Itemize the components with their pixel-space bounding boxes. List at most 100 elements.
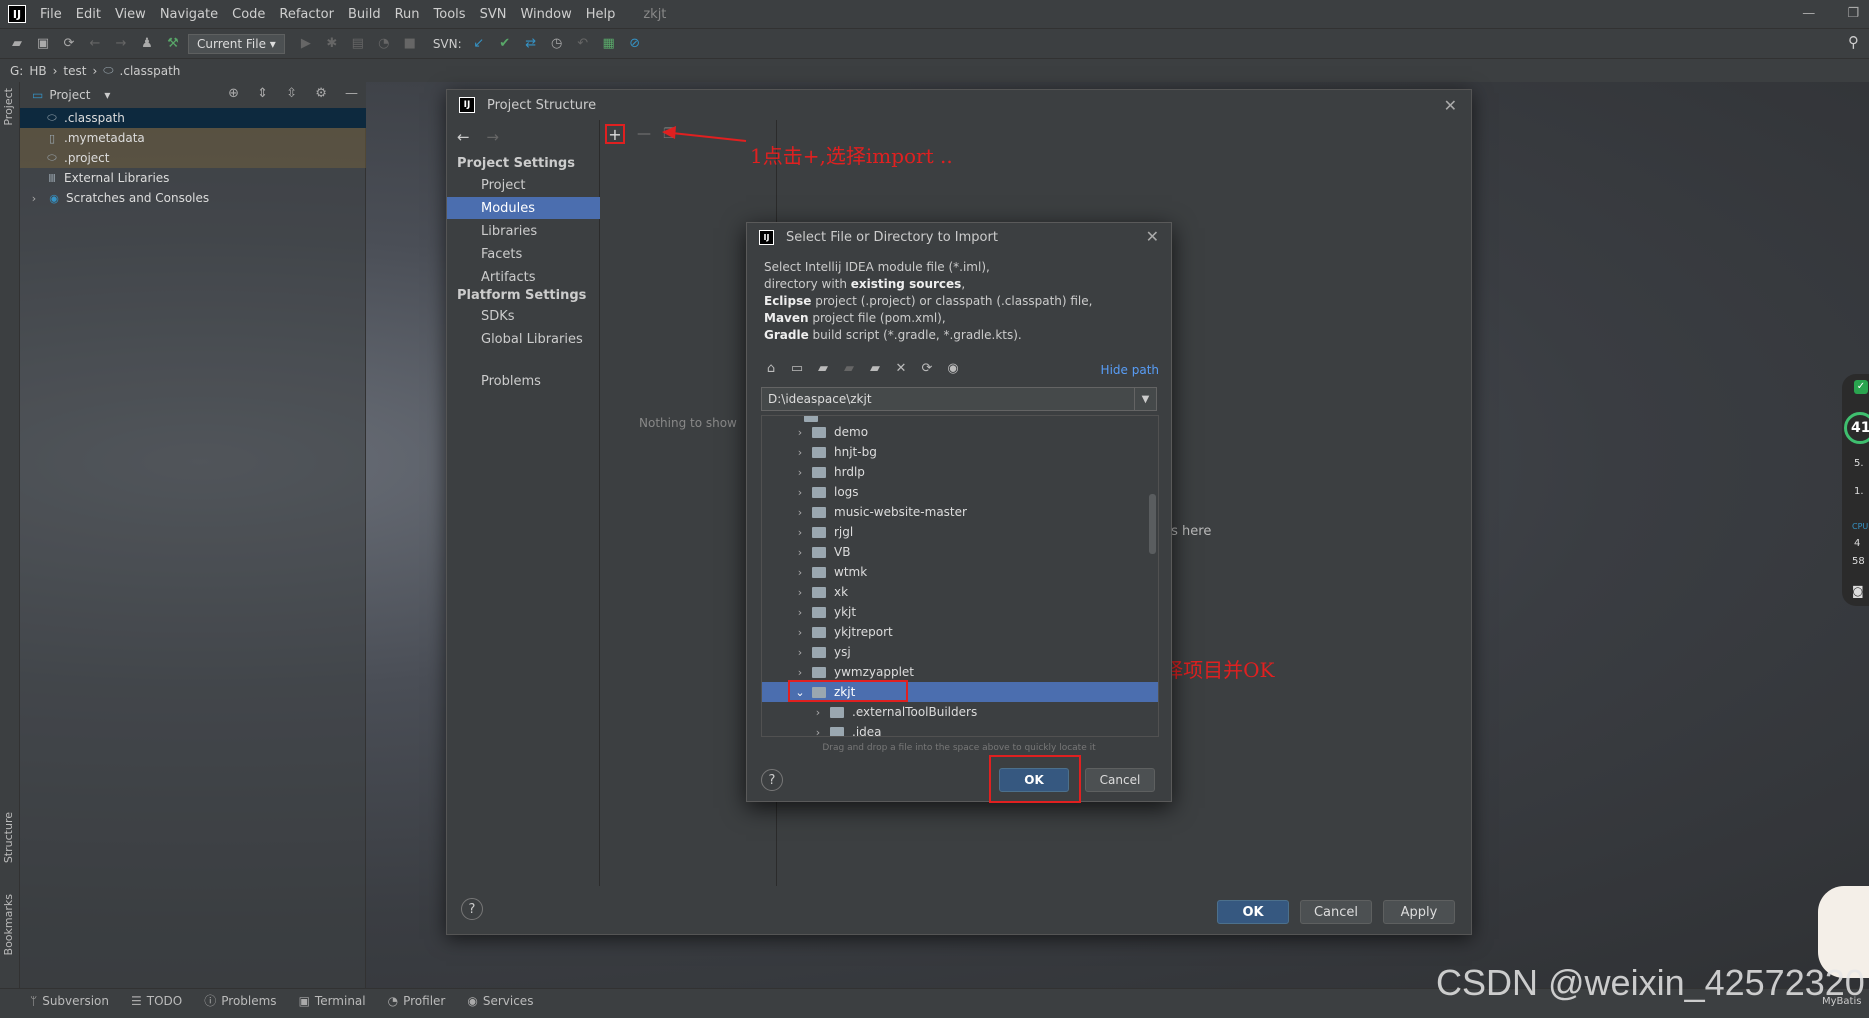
svn-update-icon[interactable]: ↙	[468, 33, 490, 55]
tool-subversion[interactable]: ᛘ Subversion	[30, 994, 109, 1008]
nav-item-artifacts[interactable]: Artifacts	[447, 266, 600, 288]
chevron-right-icon[interactable]: ›	[812, 706, 824, 719]
open-folder-icon[interactable]: ▰	[6, 33, 28, 55]
project-folder-icon[interactable]: ▰	[815, 361, 831, 376]
chevron-right-icon[interactable]: ›	[794, 606, 806, 619]
module-folder-icon[interactable]: ▰	[841, 361, 857, 376]
tree-row[interactable]: › hnjt-bg	[762, 442, 1158, 462]
menu-build[interactable]: Build	[348, 7, 381, 22]
breadcrumb-item[interactable]: .classpath	[120, 64, 181, 78]
coverage-icon[interactable]: ▤	[347, 33, 369, 55]
menu-window[interactable]: Window	[520, 7, 571, 22]
desktop-icon[interactable]: ▭	[789, 361, 805, 376]
chevron-right-icon[interactable]: ›	[794, 586, 806, 599]
tree-item-mymetadata[interactable]: ▯ .mymetadata	[20, 128, 366, 148]
home-icon[interactable]: ⌂	[763, 361, 779, 376]
tree-row[interactable]: › hrdlp	[762, 462, 1158, 482]
refresh-icon[interactable]: ⟳	[919, 361, 935, 376]
nav-item-problems[interactable]: Problems	[447, 370, 600, 392]
help-button[interactable]: ?	[761, 769, 783, 791]
user-icon[interactable]: ♟	[136, 33, 158, 55]
chevron-right-icon[interactable]: ›	[794, 546, 806, 559]
gear-icon[interactable]: ⚙	[315, 86, 327, 101]
tree-row[interactable]: › music-website-master	[762, 502, 1158, 522]
tree-row[interactable]: › .idea	[762, 722, 1158, 737]
import-cancel-button[interactable]: Cancel	[1085, 768, 1155, 792]
path-input[interactable]: D:\ideaspace\zkjt ▼	[761, 387, 1157, 411]
project-tool-tab[interactable]: Project	[2, 88, 15, 126]
tree-item-project[interactable]: ⬭ .project	[20, 148, 366, 168]
tree-row[interactable]: › ykjtreport	[762, 622, 1158, 642]
chevron-right-icon[interactable]: ›	[794, 466, 806, 479]
sync-icon[interactable]: ⟳	[58, 33, 80, 55]
chevron-right-icon[interactable]: ›	[794, 566, 806, 579]
forward-icon[interactable]: →	[110, 33, 132, 55]
menu-navigate[interactable]: Navigate	[160, 7, 218, 22]
chevron-right-icon[interactable]: ›	[794, 526, 806, 539]
locate-icon[interactable]: ⊕	[228, 86, 239, 101]
menu-edit[interactable]: Edit	[76, 7, 101, 22]
hide-path-link[interactable]: Hide path	[1101, 363, 1159, 377]
camera-icon[interactable]: ◙	[1852, 584, 1864, 598]
nav-item-facets[interactable]: Facets	[447, 243, 600, 265]
tree-item-scratches[interactable]: › ◉ Scratches and Consoles	[20, 188, 366, 208]
breadcrumb-item[interactable]: test	[63, 64, 86, 78]
tree-row[interactable]: › .externalToolBuilders	[762, 702, 1158, 722]
statistic-icon[interactable]: ▦	[598, 33, 620, 55]
close-icon[interactable]: ✕	[1444, 96, 1457, 115]
help-button[interactable]: ?	[461, 898, 483, 920]
project-panel-title[interactable]: Project	[49, 88, 90, 102]
tree-row-selected[interactable]: ⌄ zkjt	[762, 680, 1158, 702]
tool-profiler[interactable]: ◔ Profiler	[388, 994, 446, 1008]
restore-icon[interactable]: ❐	[1847, 6, 1859, 21]
new-folder-icon[interactable]: ▰	[867, 361, 883, 376]
menu-run[interactable]: Run	[395, 7, 420, 22]
add-module-button[interactable]: +	[605, 124, 625, 144]
chevron-right-icon[interactable]: ›	[794, 426, 806, 439]
tree-row[interactable]: › ysj	[762, 642, 1158, 662]
menu-tools[interactable]: Tools	[434, 7, 466, 22]
tree-item-classpath[interactable]: ⬭ .classpath	[20, 108, 366, 128]
search-everywhere-icon[interactable]: ⚲	[1848, 33, 1859, 51]
chevron-right-icon[interactable]: ›	[794, 446, 806, 459]
show-hidden-icon[interactable]: ◉	[945, 361, 961, 376]
menu-svn[interactable]: SVN	[480, 7, 507, 22]
chevron-right-icon[interactable]: ›	[812, 726, 824, 737]
profile-icon[interactable]: ◔	[373, 33, 395, 55]
apply-button[interactable]: Apply	[1383, 900, 1455, 924]
structure-tool-tab[interactable]: Structure	[2, 812, 15, 863]
chevron-right-icon[interactable]: ›	[794, 666, 806, 679]
svn-commit-icon[interactable]: ✔	[494, 33, 516, 55]
nav-item-sdks[interactable]: SDKs	[447, 305, 600, 327]
bookmarks-tool-tab[interactable]: Bookmarks	[2, 894, 15, 955]
close-icon[interactable]: ✕	[1146, 227, 1159, 246]
tool-problems[interactable]: ⓘ Problems	[204, 992, 276, 1009]
copy-icon[interactable]: ❐	[663, 126, 676, 142]
run-icon[interactable]: ▶	[295, 33, 317, 55]
nav-item-project[interactable]: Project	[447, 174, 600, 196]
menu-code[interactable]: Code	[232, 7, 265, 22]
tree-row[interactable]: › wtmk	[762, 562, 1158, 582]
chevron-right-icon[interactable]: ›	[26, 191, 42, 205]
run-config-select[interactable]: Current File ▾	[188, 33, 285, 54]
svn-compare-icon[interactable]: ⇄	[520, 33, 542, 55]
hide-icon[interactable]: —	[345, 86, 358, 101]
chevron-right-icon[interactable]: ›	[794, 646, 806, 659]
forward-arrow-icon[interactable]: →	[486, 128, 499, 146]
disable-icon[interactable]: ⊘	[624, 33, 646, 55]
tree-row[interactable]: › demo	[762, 422, 1158, 442]
tree-row[interactable]: › logs	[762, 482, 1158, 502]
breadcrumb-item[interactable]: HB	[29, 64, 46, 78]
tree-row[interactable]: › VB	[762, 542, 1158, 562]
nav-item-modules[interactable]: Modules	[447, 197, 600, 219]
history-icon[interactable]: ◷	[546, 33, 568, 55]
nav-item-libraries[interactable]: Libraries	[447, 220, 600, 242]
save-all-icon[interactable]: ▣	[32, 33, 54, 55]
minimize-icon[interactable]: —	[1802, 6, 1815, 21]
ok-button[interactable]: OK	[1217, 900, 1289, 924]
build-hammer-icon[interactable]: ⚒	[162, 33, 184, 55]
expand-all-icon[interactable]: ⇕	[257, 86, 268, 101]
chevron-down-icon[interactable]: ▼	[1134, 388, 1156, 410]
stop-icon[interactable]: ■	[399, 33, 421, 55]
debug-icon[interactable]: ✱	[321, 33, 343, 55]
